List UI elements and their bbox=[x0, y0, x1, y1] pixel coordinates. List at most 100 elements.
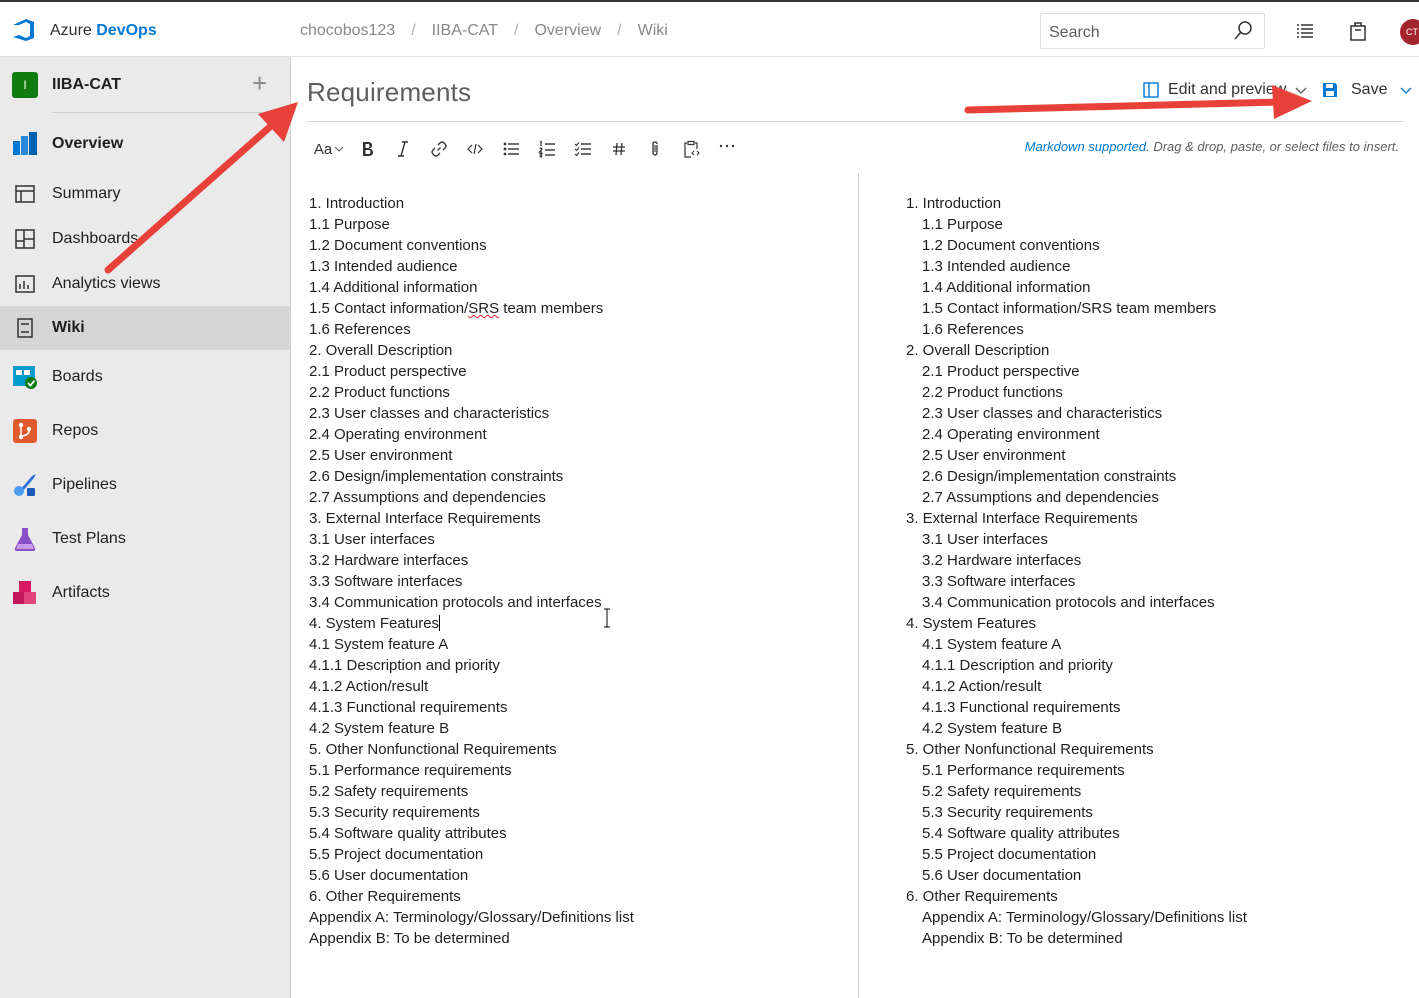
editor-line[interactable]: 5.5 Project documentation bbox=[309, 844, 849, 865]
heading-button[interactable] bbox=[601, 135, 637, 163]
search-input[interactable]: Search bbox=[1040, 13, 1265, 49]
editor-line[interactable]: 2.4 Operating environment bbox=[309, 424, 849, 445]
preview-line: 4.2 System feature B bbox=[922, 720, 1063, 737]
attach-button[interactable] bbox=[637, 135, 673, 163]
sidebar-item-overview[interactable]: Overview bbox=[0, 121, 290, 167]
editor-line[interactable]: 3.2 Hardware interfaces bbox=[309, 550, 849, 571]
project-header[interactable]: I IIBA-CAT + bbox=[0, 57, 290, 113]
task-list-icon[interactable] bbox=[1294, 20, 1316, 42]
editor-line[interactable]: 4.1.3 Functional requirements bbox=[309, 697, 849, 718]
preview-line: 5.5 Project documentation bbox=[922, 846, 1097, 863]
editor-line[interactable]: 2.1 Product perspective bbox=[309, 361, 849, 382]
editor-line[interactable]: 4.1 System feature A bbox=[309, 634, 849, 655]
pane-divider[interactable] bbox=[858, 173, 859, 998]
editor-line[interactable]: 3.1 User interfaces bbox=[309, 529, 849, 550]
markdown-editor[interactable]: 1. Introduction 1.1 Purpose 1.2 Document c… bbox=[309, 193, 849, 949]
search-icon[interactable] bbox=[1232, 20, 1254, 42]
editor-line[interactable]: 1.2 Document conventions bbox=[309, 235, 849, 256]
bulleted-list-button[interactable] bbox=[493, 135, 529, 163]
avatar[interactable]: CT bbox=[1400, 19, 1419, 45]
preview-line: 1.5 Contact information/SRS team members bbox=[922, 300, 1217, 317]
editor-line[interactable]: 4.1.2 Action/result bbox=[309, 676, 849, 697]
breadcrumb-wiki[interactable]: Wiki bbox=[638, 22, 668, 40]
sidebar-item-analytics-views[interactable]: Analytics views bbox=[0, 261, 290, 306]
editor-line[interactable]: 3. External Interface Requirements bbox=[309, 508, 849, 529]
sidebar-item-artifacts[interactable]: Artifacts bbox=[0, 569, 290, 617]
more-options-button[interactable] bbox=[709, 135, 745, 163]
divider bbox=[307, 121, 1403, 122]
top-bar: Azure DevOps chocobos123 / IIBA-CAT / Ov… bbox=[0, 0, 1419, 57]
azure-devops-logo-icon[interactable] bbox=[10, 16, 38, 44]
code-button[interactable] bbox=[457, 135, 493, 163]
editor-line[interactable]: 5.3 Security requirements bbox=[309, 802, 849, 823]
editor-line[interactable]: 2. Overall Description bbox=[309, 340, 849, 361]
editor-line[interactable]: 6. Other Requirements bbox=[309, 886, 849, 907]
link-button[interactable] bbox=[421, 135, 457, 163]
breadcrumb-org[interactable]: chocobos123 bbox=[300, 22, 395, 40]
editor-line[interactable]: Appendix A: Terminology/Glossary/Definit… bbox=[309, 907, 849, 928]
editor-line[interactable]: 4. System Features bbox=[309, 613, 849, 634]
save-label: Save bbox=[1351, 81, 1388, 98]
editor-line[interactable]: 5. Other Nonfunctional Requirements bbox=[309, 739, 849, 760]
preview-line: 2.1 Product perspective bbox=[922, 363, 1080, 380]
editor-line[interactable]: 1.3 Intended audience bbox=[309, 256, 849, 277]
add-icon[interactable]: + bbox=[252, 70, 267, 96]
numbered-list-icon bbox=[538, 140, 555, 158]
breadcrumb-overview[interactable]: Overview bbox=[534, 22, 601, 40]
artifacts-icon bbox=[13, 581, 36, 604]
sidebar-item-dashboards[interactable]: Dashboards bbox=[0, 216, 290, 261]
marketplace-bag-icon[interactable] bbox=[1347, 20, 1369, 42]
preview-line: 2.4 Operating environment bbox=[922, 426, 1100, 443]
editor-line[interactable]: 5.4 Software quality attributes bbox=[309, 823, 849, 844]
editor-line[interactable]: 1.1 Purpose bbox=[309, 214, 849, 235]
preview-line: 3. External Interface Requirements bbox=[906, 510, 1138, 527]
editor-line[interactable]: 1.5 Contact information/SRS team members bbox=[309, 298, 849, 319]
text-size-dropdown[interactable]: Aa bbox=[309, 135, 349, 163]
preview-line: 3.1 User interfaces bbox=[922, 531, 1048, 548]
preview-line: 1.6 References bbox=[922, 321, 1024, 338]
project-name: IIBA-CAT bbox=[52, 76, 122, 93]
spellcheck-marker[interactable]: SRS bbox=[468, 300, 499, 317]
chevron-down-icon bbox=[1295, 87, 1307, 94]
hint-text: Drag & drop, paste, or select files to i… bbox=[1149, 139, 1399, 154]
editor-line[interactable]: 2.2 Product functions bbox=[309, 382, 849, 403]
editor-line[interactable]: Appendix B: To be determined bbox=[309, 928, 849, 949]
italic-button[interactable] bbox=[385, 135, 421, 163]
numbered-list-button[interactable] bbox=[529, 135, 565, 163]
editor-line[interactable]: 2.5 User environment bbox=[309, 445, 849, 466]
save-options-chevron-icon[interactable] bbox=[1399, 83, 1413, 97]
sidebar-item-pipelines[interactable]: Pipelines bbox=[0, 461, 290, 509]
edit-preview-dropdown[interactable]: Edit and preview bbox=[1142, 81, 1308, 99]
checklist-button[interactable] bbox=[565, 135, 601, 163]
editor-line[interactable]: 4.2 System feature B bbox=[309, 718, 849, 739]
editor-line[interactable]: 3.4 Communication protocols and interfac… bbox=[309, 592, 849, 613]
preview-line: 4.1.1 Description and priority bbox=[922, 657, 1113, 674]
sidebar-item-test-plans[interactable]: Test Plans bbox=[0, 515, 290, 563]
dashboards-icon bbox=[15, 228, 35, 249]
preview-line: 4.1 System feature A bbox=[922, 636, 1062, 653]
editor-line[interactable]: 5.1 Performance requirements bbox=[309, 760, 849, 781]
editor-line[interactable]: 4.1.1 Description and priority bbox=[309, 655, 849, 676]
bold-button[interactable] bbox=[349, 135, 385, 163]
editor-line[interactable]: 3.3 Software interfaces bbox=[309, 571, 849, 592]
editor-line[interactable]: 2.6 Design/implementation constraints bbox=[309, 466, 849, 487]
editor-line[interactable]: 2.3 User classes and characteristics bbox=[309, 403, 849, 424]
paste-table-button[interactable] bbox=[673, 135, 709, 163]
sidebar-item-boards[interactable]: Boards bbox=[0, 353, 290, 401]
editor-line[interactable]: 5.2 Safety requirements bbox=[309, 781, 849, 802]
editor-line[interactable]: 5.6 User documentation bbox=[309, 865, 849, 886]
editor-line[interactable]: 1.6 References bbox=[309, 319, 849, 340]
sidebar-item-summary[interactable]: Summary bbox=[0, 171, 290, 216]
save-button[interactable]: Save bbox=[1321, 81, 1413, 99]
editor-line[interactable]: 1. Introduction bbox=[309, 193, 849, 214]
sidebar-item-wiki[interactable]: Wiki bbox=[0, 306, 290, 350]
sidebar-item-repos[interactable]: Repos bbox=[0, 407, 290, 455]
brand-name[interactable]: Azure DevOps bbox=[50, 22, 157, 40]
markdown-supported-link[interactable]: Markdown supported. bbox=[1025, 139, 1150, 154]
overview-icon bbox=[13, 132, 37, 155]
editor-line[interactable]: 1.4 Additional information bbox=[309, 277, 849, 298]
page-title-input[interactable]: Requirements bbox=[307, 77, 471, 108]
breadcrumb-project[interactable]: IIBA-CAT bbox=[432, 22, 498, 40]
editor-line[interactable]: 2.7 Assumptions and dependencies bbox=[309, 487, 849, 508]
preview-line: 3.2 Hardware interfaces bbox=[922, 552, 1082, 569]
